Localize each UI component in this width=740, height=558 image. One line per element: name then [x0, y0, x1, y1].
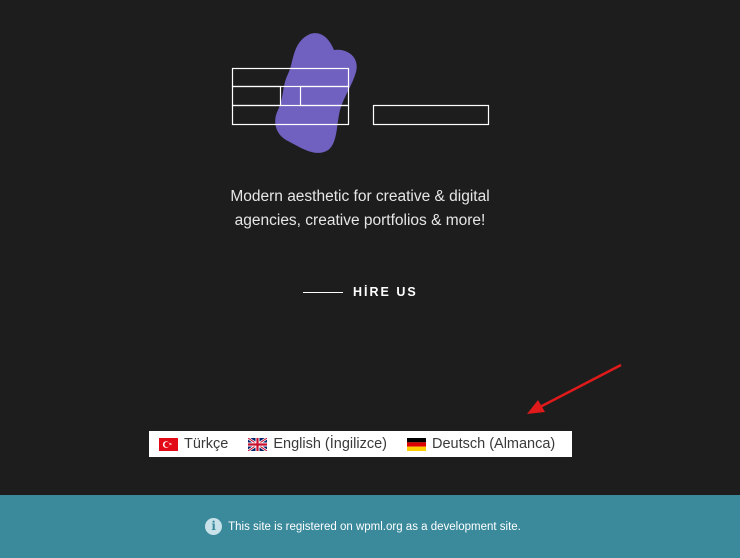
- wpml-dev-notice-bar: i This site is registered on wpml.org as…: [0, 495, 740, 558]
- language-option-english[interactable]: English (İngilizce): [248, 431, 387, 457]
- flag-gb-icon: [248, 437, 268, 451]
- language-label-turkish: Türkçe: [184, 436, 229, 452]
- dev-site-notice: i This site is registered on wpml.org as…: [205, 518, 521, 535]
- info-icon: i: [205, 518, 223, 535]
- flag-tr-icon: [159, 437, 178, 451]
- language-label-english: English (İngilizce): [273, 436, 387, 452]
- notice-text: This site is registered on wpml.org as a…: [228, 520, 521, 533]
- language-label-german: Deutsch (Almanca): [431, 436, 556, 452]
- language-option-turkish[interactable]: Türkçe: [159, 431, 228, 457]
- flag-de-icon: [406, 437, 426, 451]
- language-switcher: Türkçe English (İngilizce) Deutsch (Alma…: [149, 431, 572, 457]
- language-option-german[interactable]: Deutsch (Almanca): [406, 431, 556, 457]
- red-arrow-annotation: [527, 363, 622, 414]
